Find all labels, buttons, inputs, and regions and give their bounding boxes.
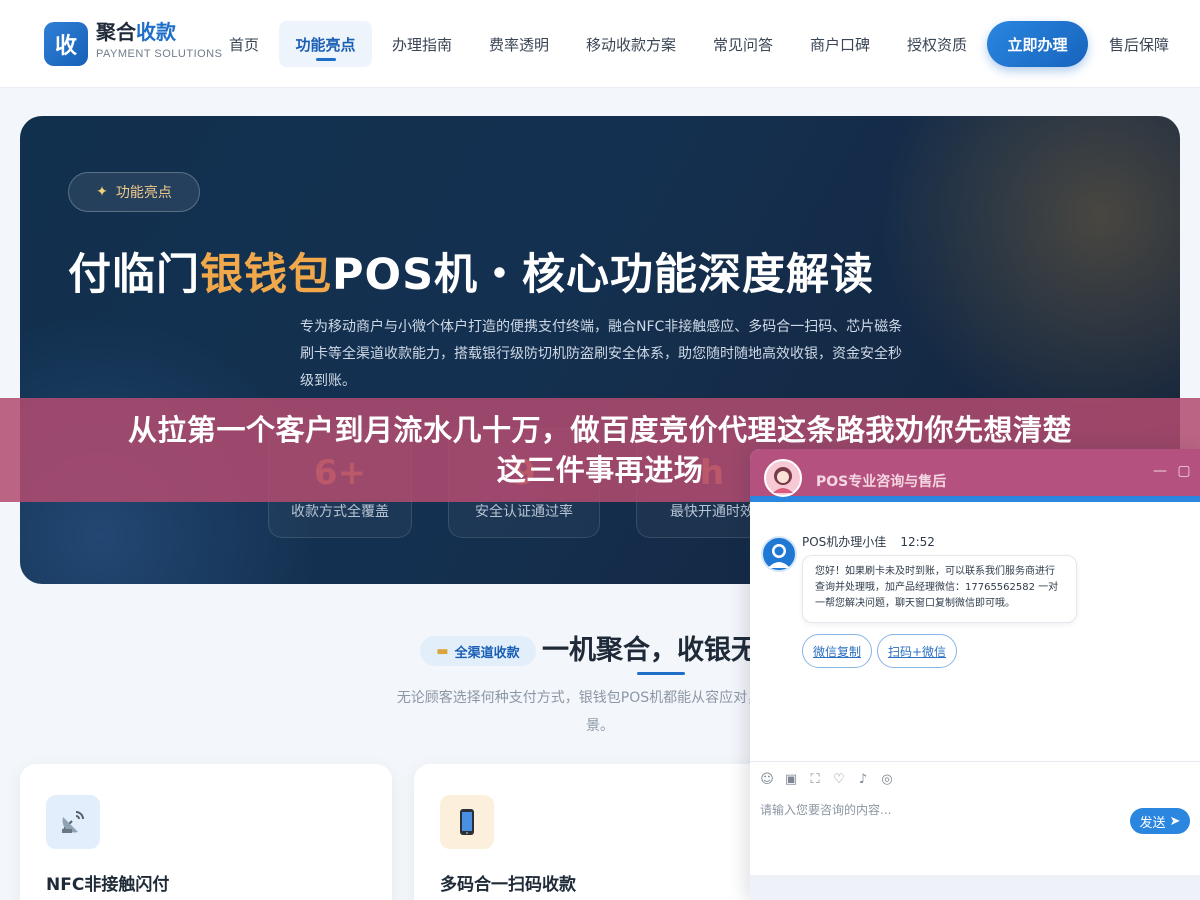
logo-char: 收: [54, 34, 77, 59]
chat-toolbar: ☺ ▣ ⛶ ♡ ♪ ◎: [750, 761, 1200, 797]
nav-item-after-sales[interactable]: 售后保障: [1100, 21, 1178, 67]
chat-history-icon[interactable]: ◎: [880, 772, 894, 787]
nav-item-home[interactable]: 首页: [220, 21, 268, 67]
nav-item-mobile[interactable]: 移动收款方案: [578, 21, 684, 67]
hero-badge: ✦ 功能亮点: [68, 172, 200, 212]
chat-title: POS专业咨询与售后: [816, 474, 947, 490]
nav-item-features[interactable]: 功能亮点: [279, 21, 372, 67]
screenshot-icon[interactable]: ⛶: [808, 772, 822, 787]
scan-wechat-link[interactable]: 扫码+微信: [877, 634, 957, 668]
nav-item-faq[interactable]: 常见问答: [704, 21, 782, 67]
banner-line-1: 从拉第一个客户到月流水几十万，做百度竞价代理这条路我劝你先想清楚: [127, 413, 1072, 447]
send-button-label: 发送: [1139, 815, 1166, 831]
chat-message-bubble: 您好！如果刷卡未及时到账，可以联系我们服务商进行查询并处理哦，加产品经理微信：1…: [802, 555, 1077, 623]
stat-label: 收款方式全覆盖: [291, 504, 389, 520]
chat-input[interactable]: [760, 799, 1120, 821]
apply-now-button[interactable]: 立即办理: [987, 21, 1088, 67]
chat-widget: POS专业咨询与售后 — ▢ POS机办理小佳 12:52 您好！如果刷卡未及时到…: [750, 449, 1200, 900]
feature-card-nfc[interactable]: NFC非接触闪付: [20, 764, 392, 900]
agent-name: POS机办理小佳: [802, 535, 887, 549]
sparkle-icon: ✦: [96, 184, 108, 200]
minimize-icon[interactable]: —: [1152, 463, 1168, 479]
hero-badge-label: 功能亮点: [115, 185, 172, 201]
logo-icon[interactable]: 收: [44, 22, 88, 66]
feature-card-qr[interactable]: 多码合一扫码收款: [414, 764, 786, 900]
logo-title: 聚合收款: [96, 20, 222, 44]
section-badge: ▬ 全渠道收款: [420, 636, 536, 666]
hero-title-part2: POS机・核心功能深度解读: [332, 250, 875, 300]
sound-icon[interactable]: ♪: [856, 772, 870, 787]
rating-icon[interactable]: ♡: [832, 772, 846, 787]
chat-footer: [750, 875, 1200, 900]
image-icon[interactable]: ▣: [784, 772, 798, 787]
section-underline: [637, 672, 685, 675]
nav-item-license[interactable]: 授权资质: [898, 21, 976, 67]
emoji-icon[interactable]: ☺: [760, 772, 774, 787]
agent-meta: POS机办理小佳 12:52: [802, 533, 935, 550]
nav-item-guide[interactable]: 办理指南: [383, 21, 461, 67]
feature-name: 多码合一扫码收款: [440, 875, 576, 895]
hero-description: 专为移动商户与小微个体户打造的便携支付终端，融合NFC非接触感应、多码合一扫码、…: [300, 319, 903, 389]
banner-line-2: 这三件事再进场: [496, 453, 704, 487]
send-arrow-icon: ➤: [1169, 813, 1181, 829]
logo-title-accent: 收款: [136, 20, 176, 44]
maximize-icon[interactable]: ▢: [1176, 463, 1192, 479]
logo-subtitle: PAYMENT SOLUTIONS: [96, 48, 223, 60]
hero-title: 付临门银钱包POS机・核心功能深度解读: [68, 240, 1128, 302]
hero-title-part1: 付临门: [68, 250, 200, 300]
nav-item-rates[interactable]: 费率透明: [480, 21, 558, 67]
phone-icon: [440, 795, 494, 849]
chat-header: POS专业咨询与售后 — ▢: [750, 449, 1200, 502]
nav-item-reviews[interactable]: 商户口碑: [801, 21, 879, 67]
top-nav: 收 聚合收款 PAYMENT SOLUTIONS 首页 功能亮点 办理指南 费率…: [0, 0, 1200, 88]
copy-wechat-link[interactable]: 微信复制: [802, 634, 872, 668]
logo-text[interactable]: 聚合收款 PAYMENT SOLUTIONS: [96, 20, 222, 60]
agent-avatar: [761, 536, 797, 572]
section-title: 一机聚合，收银无: [542, 635, 758, 666]
credit-card-icon: ▬: [436, 643, 449, 659]
feature-name: NFC非接触闪付: [46, 875, 170, 895]
stat-label: 安全认证通过率: [475, 504, 573, 520]
hero-title-highlight: 银钱包: [200, 250, 332, 300]
logo-title-main: 聚合: [96, 20, 136, 44]
section-badge-label: 全渠道收款: [454, 645, 520, 661]
satellite-dish-icon: [46, 795, 100, 849]
send-button[interactable]: 发送 ➤: [1130, 808, 1190, 834]
chat-avatar: [764, 459, 802, 497]
message-time: 12:52: [900, 535, 935, 549]
